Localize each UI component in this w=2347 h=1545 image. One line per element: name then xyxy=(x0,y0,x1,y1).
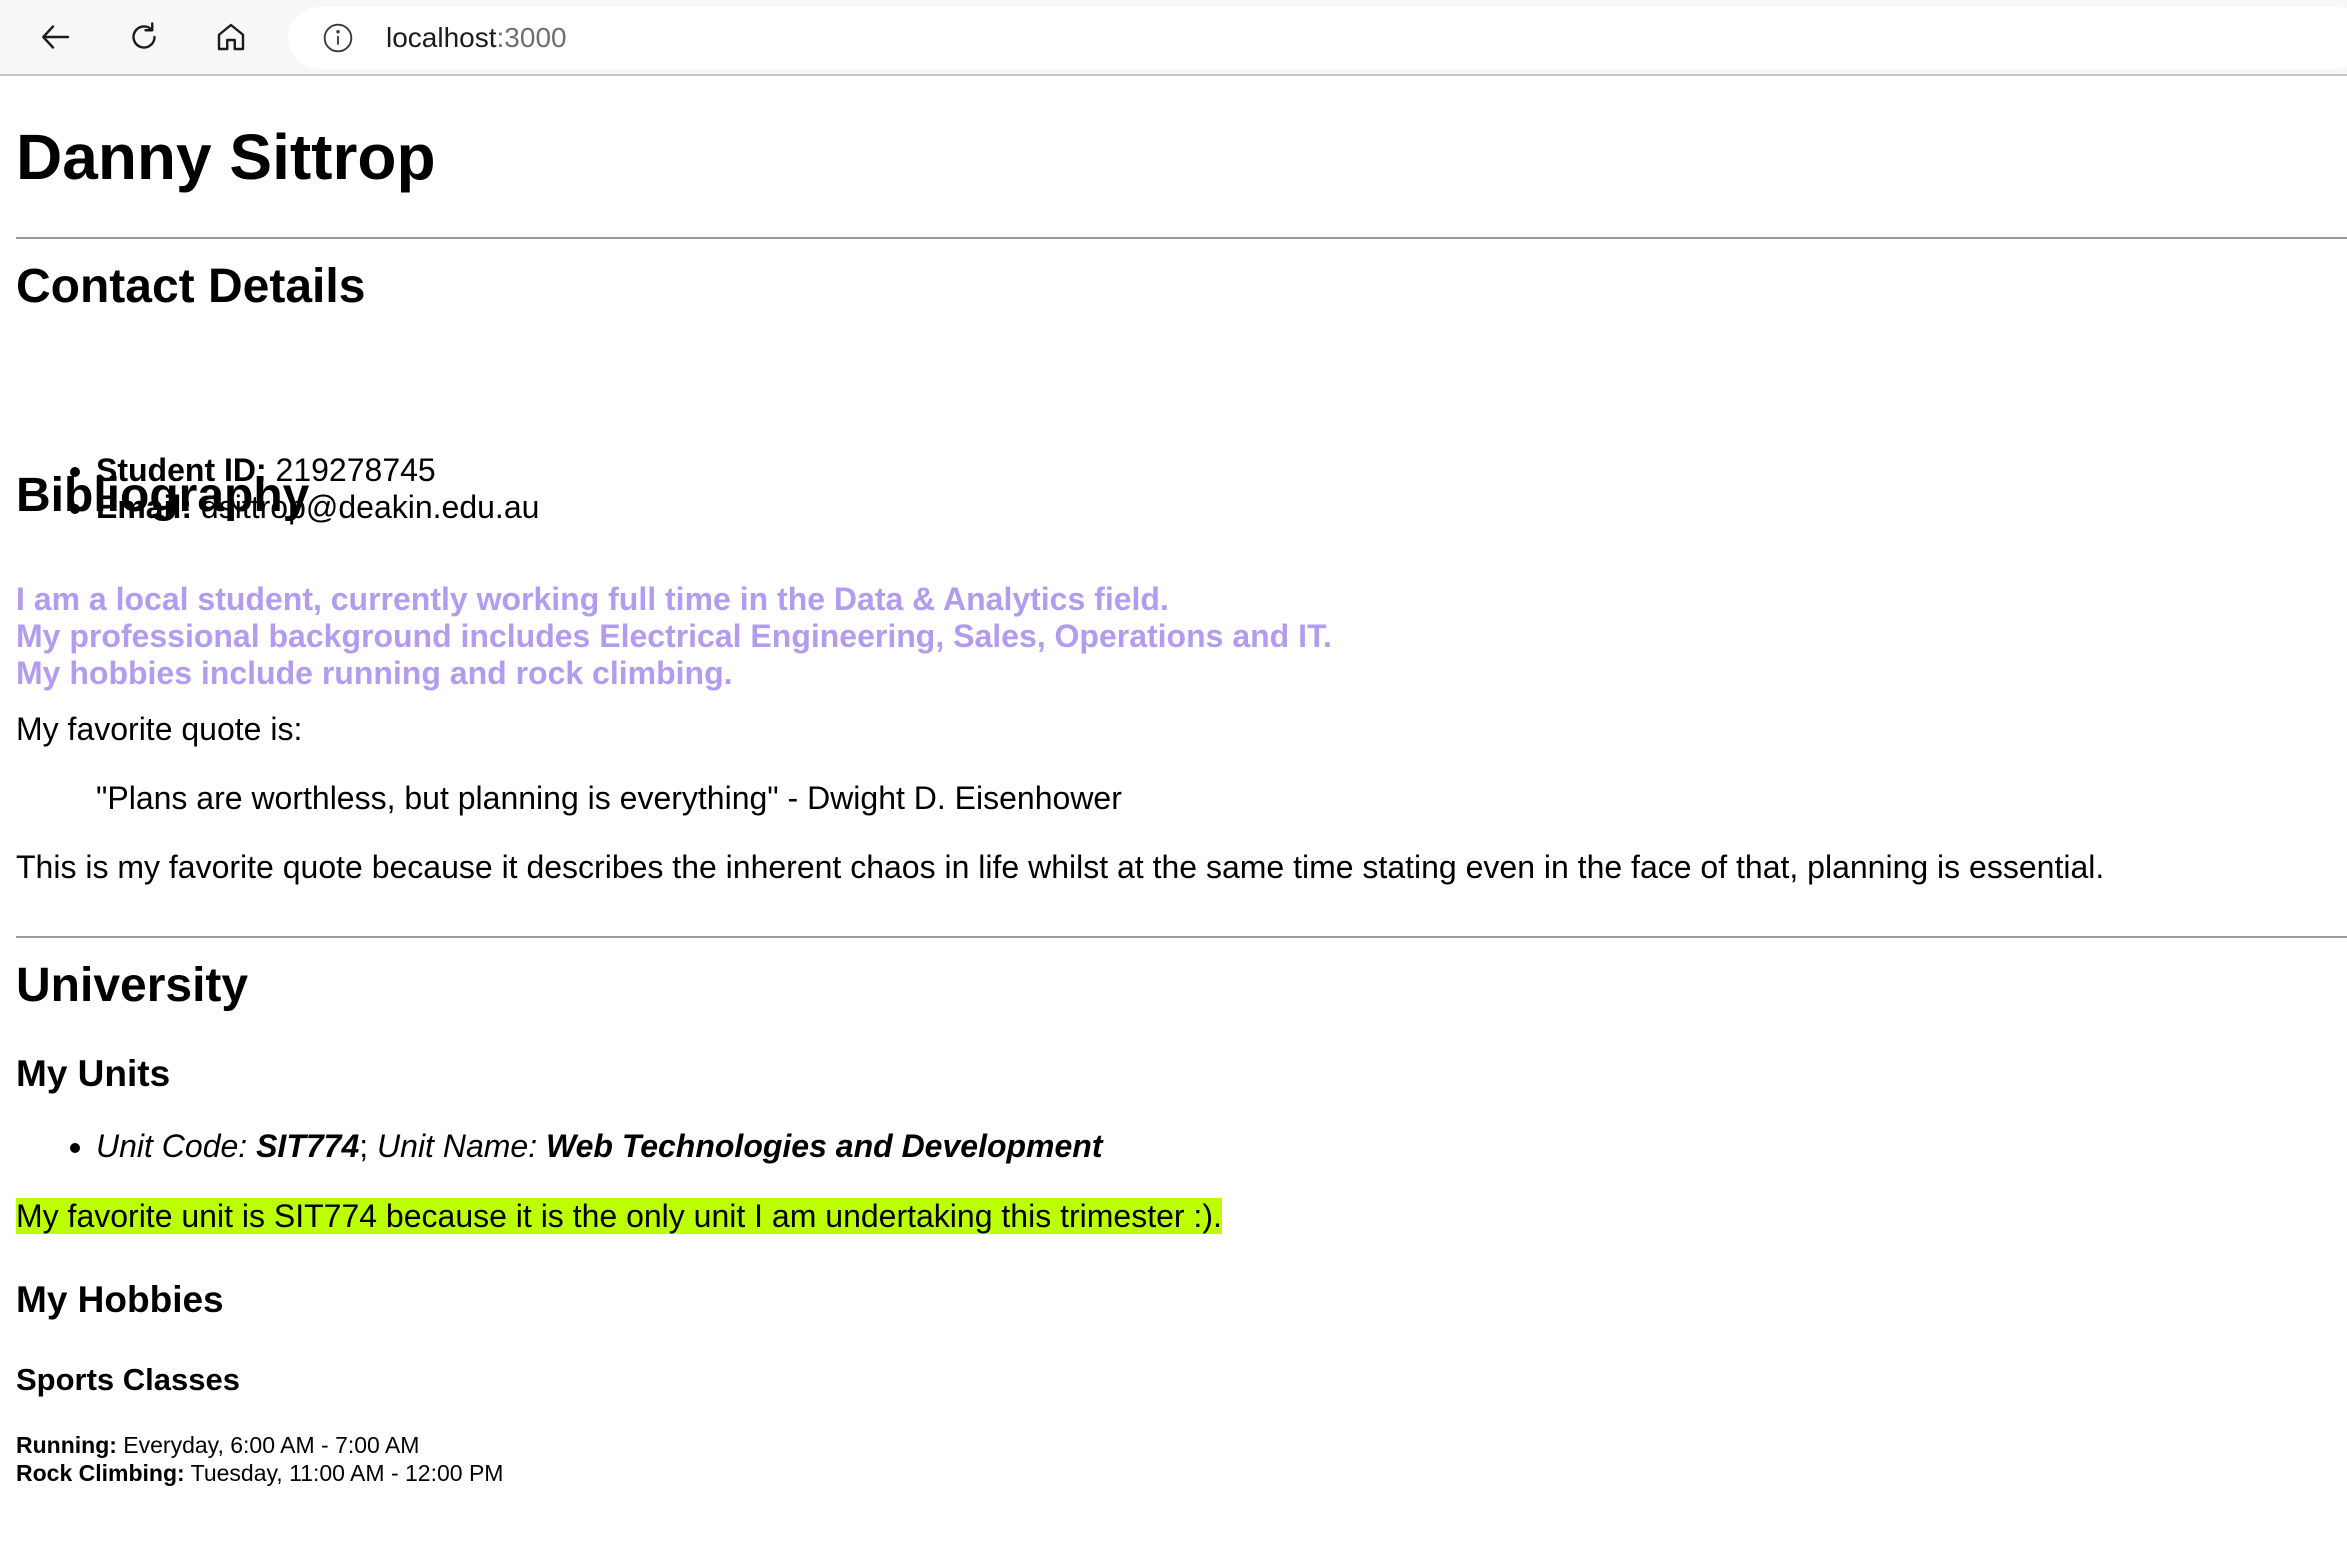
divider xyxy=(16,936,2347,938)
class-schedule: Everyday, 6:00 AM - 7:00 AM xyxy=(123,1432,420,1458)
bio-line: I am a local student, currently working … xyxy=(16,581,1169,617)
favorite-unit: My favorite unit is SIT774 because it is… xyxy=(16,1198,1222,1235)
reload-button[interactable] xyxy=(117,10,171,64)
quote-reason: This is my favorite quote because it des… xyxy=(16,849,2105,885)
address-url[interactable]: localhost:3000 xyxy=(386,22,567,54)
unit-name-label: Unit Name: xyxy=(377,1128,538,1164)
list-item: Unit Code: SIT774; Unit Name: Web Techno… xyxy=(96,1128,1103,1165)
unit-name: Web Technologies and Development xyxy=(545,1128,1103,1164)
class-label: Running: xyxy=(16,1432,117,1458)
home-button[interactable] xyxy=(204,10,258,64)
unit-separator: ; xyxy=(359,1128,369,1164)
sports-heading: Sports Classes xyxy=(16,1362,240,1397)
favorite-unit-highlight: My favorite unit is SIT774 because it is… xyxy=(16,1198,1222,1234)
bio-text: I am a local student, currently working … xyxy=(16,581,1332,692)
class-label: Rock Climbing: xyxy=(16,1460,185,1486)
unit-code-label: Unit Code: xyxy=(96,1128,248,1164)
address-port: :3000 xyxy=(496,22,567,53)
class-schedule: Tuesday, 11:00 AM - 12:00 PM xyxy=(190,1460,504,1486)
divider xyxy=(16,237,2347,239)
units-list: Unit Code: SIT774; Unit Name: Web Techno… xyxy=(16,1128,1103,1165)
back-button[interactable] xyxy=(29,10,83,64)
reload-icon xyxy=(132,22,156,49)
info-icon[interactable] xyxy=(322,22,354,54)
class-line: Running: Everyday, 6:00 AM - 7:00 AM xyxy=(16,1431,503,1459)
units-heading: My Units xyxy=(16,1053,171,1094)
university-heading: University xyxy=(16,959,249,1012)
browser-toolbar: localhost:3000 xyxy=(0,0,2347,76)
favorite-quote: "Plans are worthless, but planning is ev… xyxy=(96,780,1122,816)
contact-heading: Contact Details xyxy=(16,260,366,313)
sports-classes: Running: Everyday, 6:00 AM - 7:00 AM Roc… xyxy=(16,1431,503,1487)
page-title: Danny Sittrop xyxy=(16,121,436,193)
hobbies-heading: My Hobbies xyxy=(16,1279,224,1320)
home-icon xyxy=(217,23,245,51)
bio-line: My hobbies include running and rock clim… xyxy=(16,655,733,691)
unit-code: SIT774 xyxy=(256,1128,360,1164)
address-host: localhost xyxy=(386,22,497,53)
address-bar[interactable]: localhost:3000 xyxy=(288,7,2347,69)
bio-line: My professional background includes Elec… xyxy=(16,618,1332,654)
bibliography-heading: Bibliography xyxy=(16,469,310,522)
quote-intro: My favorite quote is: xyxy=(16,711,303,747)
back-arrow-icon xyxy=(42,25,70,49)
class-line: Rock Climbing: Tuesday, 11:00 AM - 12:00… xyxy=(16,1459,503,1487)
